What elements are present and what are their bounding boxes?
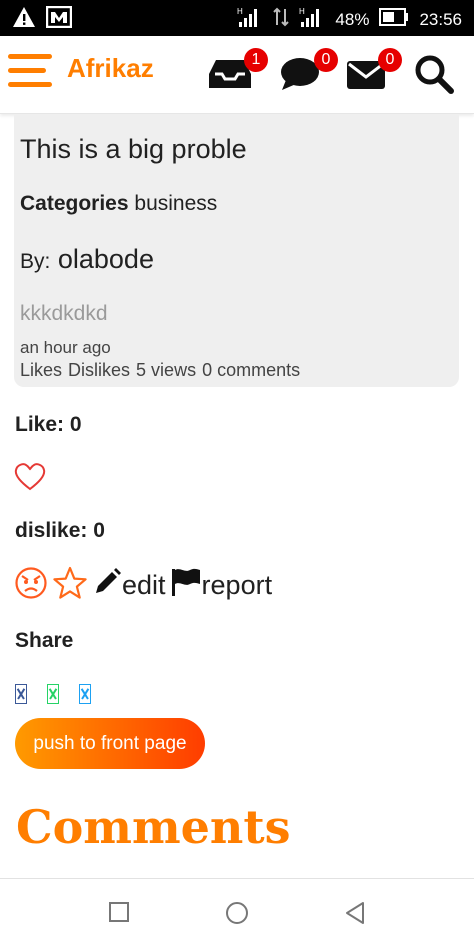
star-icon[interactable] <box>52 566 88 605</box>
data-transfer-icon <box>273 6 290 33</box>
clock: 23:56 <box>419 9 462 29</box>
angry-face-icon[interactable] <box>14 566 48 605</box>
search-icon <box>414 54 454 99</box>
edit-label: edit <box>122 569 166 600</box>
notifications-badge: 1 <box>244 48 268 72</box>
share-label: Share <box>15 629 74 652</box>
pencil-icon <box>92 567 122 604</box>
twitter-share-icon[interactable] <box>79 684 91 704</box>
push-to-front-page-button[interactable]: push to front page <box>15 718 205 769</box>
menu-icon[interactable] <box>8 53 52 87</box>
signal-icon: H <box>299 6 325 33</box>
author-link[interactable]: olabode <box>58 244 154 274</box>
signal-icon: H <box>237 6 263 33</box>
comments-stat: 0 comments <box>202 360 301 380</box>
battery-icon <box>379 8 409 31</box>
facebook-share-icon[interactable] <box>15 684 27 704</box>
messages-badge: 0 <box>314 48 338 72</box>
likes-stat: Likes <box>20 360 63 380</box>
post-body: kkkdkdkd <box>20 302 108 325</box>
post-card: This is a big proble Categories business… <box>14 114 459 387</box>
app-header: Afrikaz 1 0 0 <box>0 36 474 114</box>
notifications-button[interactable]: 1 <box>208 48 268 94</box>
report-link[interactable]: report <box>170 567 273 604</box>
dislikes-stat: Dislikes <box>68 360 131 380</box>
recent-apps-icon[interactable] <box>108 901 130 928</box>
post-categories: Categories business <box>20 192 217 216</box>
post-time: an hour ago <box>20 338 111 357</box>
categories-label: Categories <box>20 192 129 215</box>
warning-icon <box>12 6 36 33</box>
heart-icon[interactable] <box>14 462 46 497</box>
like-count: Like: 0 <box>15 413 82 436</box>
brand-logo[interactable]: Afrikaz <box>67 53 154 84</box>
search-button[interactable] <box>412 50 456 94</box>
mail-badge: 0 <box>378 48 402 72</box>
edit-link[interactable]: edit <box>92 567 166 604</box>
dislike-count: dislike: 0 <box>15 519 105 542</box>
flag-icon <box>170 567 202 604</box>
mail-button[interactable]: 0 <box>346 48 402 94</box>
post-byline: By: olabode <box>20 244 154 275</box>
gallery-icon <box>45 5 73 33</box>
home-icon[interactable] <box>225 901 249 930</box>
whatsapp-share-icon[interactable] <box>47 684 59 704</box>
comments-heading: Comments <box>16 800 291 854</box>
back-icon[interactable] <box>344 901 366 930</box>
svg-text:H: H <box>237 7 243 16</box>
status-bar: H H 48% 23:56 <box>0 0 474 36</box>
category-link[interactable]: business <box>134 192 217 215</box>
system-nav-bar <box>0 878 474 948</box>
views-stat: 5 views <box>136 360 197 380</box>
battery-percent: 48% <box>335 9 370 29</box>
share-icons <box>15 684 91 704</box>
post-stats: Likes Dislikes 5 views 0 comments <box>20 360 300 381</box>
messages-button[interactable]: 0 <box>280 48 338 94</box>
report-label: report <box>201 569 273 600</box>
post-actions: edit report <box>14 566 272 604</box>
svg-text:H: H <box>299 7 305 16</box>
post-title: This is a big proble <box>20 134 247 164</box>
by-label: By: <box>20 250 51 273</box>
